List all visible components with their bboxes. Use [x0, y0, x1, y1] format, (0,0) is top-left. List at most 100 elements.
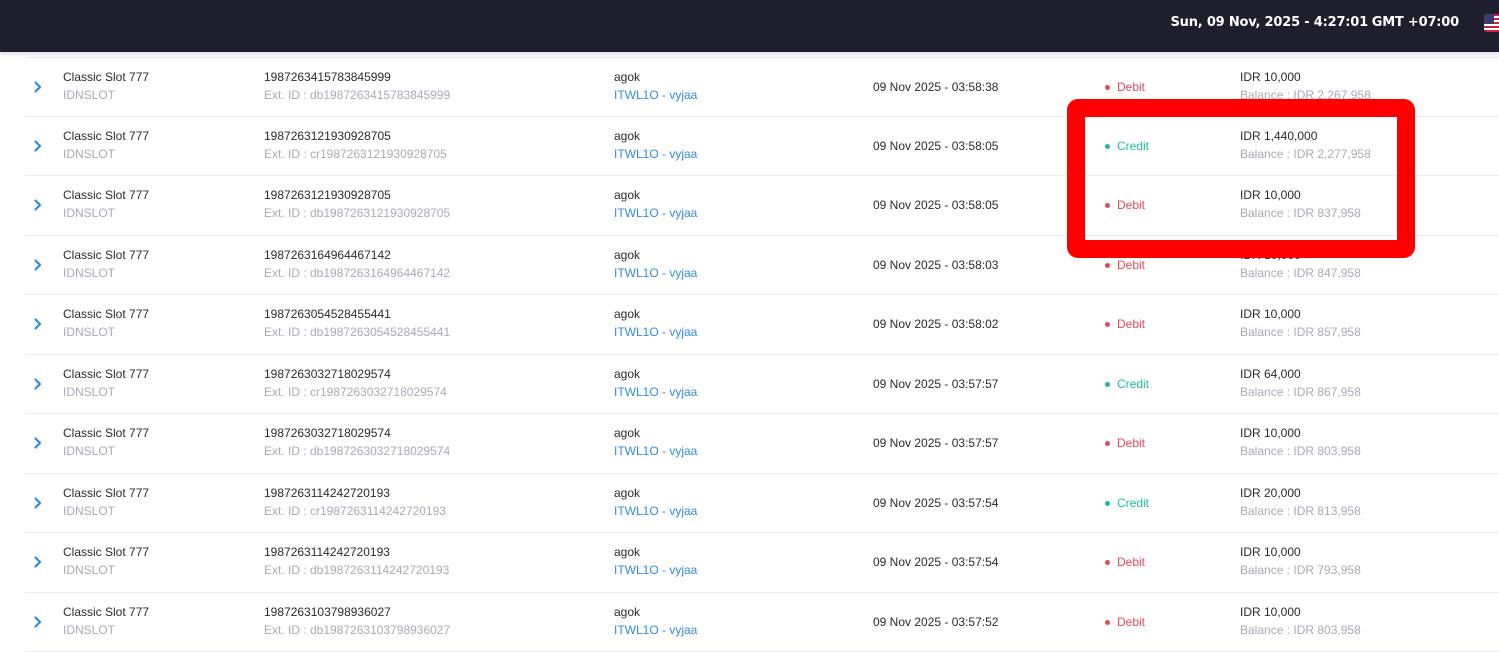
chevron-right-icon[interactable] [33, 316, 43, 332]
transaction-id: 1987263121930928705 [264, 128, 391, 145]
type-label: Debit [1117, 614, 1145, 631]
external-id: Ext. ID : db1987263032718029574 [264, 443, 450, 460]
balance: Balance : IDR 2,267,958 [1240, 87, 1371, 104]
chevron-right-icon[interactable] [33, 138, 43, 154]
transaction-type: Debit [1105, 614, 1145, 631]
type-label: Debit [1117, 197, 1145, 214]
provider-name: IDNSLOT [63, 622, 115, 639]
game-name: Classic Slot 777 [63, 306, 149, 323]
type-label: Credit [1117, 376, 1149, 393]
external-id: Ext. ID : cr1987263114242720193 [264, 503, 446, 520]
transaction-id: 1987263415783845999 [264, 69, 391, 86]
status-dot-icon [1105, 441, 1110, 446]
table-row[interactable]: Classic Slot 777 IDNSLOT 198726305452845… [25, 295, 1499, 355]
provider-name: IDNSLOT [63, 146, 115, 163]
agent-link[interactable]: ITWL1O - vyjaa [614, 384, 697, 401]
amount: IDR 20,000 [1240, 485, 1301, 502]
username: agok [614, 187, 640, 204]
transaction-date: 09 Nov 2025 - 03:57:54 [873, 554, 998, 571]
transaction-id: 1987263032718029574 [264, 425, 391, 442]
balance: Balance : IDR 803,958 [1240, 443, 1361, 460]
table-row[interactable]: Classic Slot 777 IDNSLOT 198726316496446… [25, 236, 1499, 296]
transaction-type: Debit [1105, 316, 1145, 333]
username: agok [614, 544, 640, 561]
transaction-id: 1987263164964467142 [264, 247, 391, 264]
table-row[interactable]: Classic Slot 777 IDNSLOT 198726312193092… [25, 176, 1499, 236]
transaction-type: Credit [1105, 376, 1149, 393]
balance: Balance : IDR 793,958 [1240, 562, 1361, 579]
balance: Balance : IDR 857,958 [1240, 324, 1361, 341]
amount: IDR 10,000 [1240, 69, 1301, 86]
game-name: Classic Slot 777 [63, 604, 149, 621]
username: agok [614, 306, 640, 323]
balance: Balance : IDR 867,958 [1240, 384, 1361, 401]
transaction-type: Debit [1105, 197, 1145, 214]
transaction-id: 1987263114242720193 [264, 485, 390, 502]
agent-link[interactable]: ITWL1O - vyjaa [614, 324, 697, 341]
chevron-right-icon[interactable] [33, 554, 43, 570]
provider-name: IDNSLOT [63, 562, 115, 579]
status-dot-icon [1105, 620, 1110, 625]
provider-name: IDNSLOT [63, 503, 115, 520]
username: agok [614, 425, 640, 442]
chevron-right-icon[interactable] [33, 495, 43, 511]
amount: IDR 1,440,000 [1240, 128, 1317, 145]
balance: Balance : IDR 803,958 [1240, 622, 1361, 639]
agent-link[interactable]: ITWL1O - vyjaa [614, 443, 697, 460]
status-dot-icon [1105, 85, 1110, 90]
amount: IDR 10,000 [1240, 425, 1301, 442]
chevron-right-icon[interactable] [33, 376, 43, 392]
provider-name: IDNSLOT [63, 384, 115, 401]
username: agok [614, 485, 640, 502]
table-row[interactable]: Classic Slot 777 IDNSLOT 198726312193092… [25, 117, 1499, 177]
amount: IDR 10,000 [1240, 187, 1301, 204]
chevron-right-icon[interactable] [33, 79, 43, 95]
transaction-type: Debit [1105, 554, 1145, 571]
current-datetime: Sun, 09 Nov, 2025 - 4:27:01 [1171, 15, 1369, 30]
table-row[interactable]: Classic Slot 777 IDNSLOT 198726303271802… [25, 355, 1499, 415]
game-name: Classic Slot 777 [63, 187, 149, 204]
agent-link[interactable]: ITWL1O - vyjaa [614, 622, 697, 639]
chevron-right-icon[interactable] [33, 435, 43, 451]
agent-link[interactable]: ITWL1O - vyjaa [614, 503, 697, 520]
game-name: Classic Slot 777 [63, 485, 149, 502]
type-label: Debit [1117, 435, 1145, 452]
transaction-type: Credit [1105, 495, 1149, 512]
status-dot-icon [1105, 560, 1110, 565]
agent-link[interactable]: ITWL1O - vyjaa [614, 265, 697, 282]
timezone-label: GMT +07:00 [1372, 15, 1459, 30]
table-row[interactable]: Classic Slot 777 IDNSLOT 198726303271802… [25, 414, 1499, 474]
external-id: Ext. ID : cr1987263121930928705 [264, 146, 447, 163]
amount: IDR 10,000 [1240, 306, 1301, 323]
provider-name: IDNSLOT [63, 443, 115, 460]
agent-link[interactable]: ITWL1O - vyjaa [614, 205, 697, 222]
table-row[interactable]: Classic Slot 777 IDNSLOT 198726310379893… [25, 593, 1499, 652]
table-row[interactable]: Classic Slot 777 IDNSLOT 198726311424272… [25, 533, 1499, 593]
us-flag-icon[interactable] [1484, 14, 1499, 32]
agent-link[interactable]: ITWL1O - vyjaa [614, 87, 697, 104]
status-dot-icon [1105, 263, 1110, 268]
agent-link[interactable]: ITWL1O - vyjaa [614, 562, 697, 579]
username: agok [614, 69, 640, 86]
provider-name: IDNSLOT [63, 265, 115, 282]
table-row[interactable]: Classic Slot 777 IDNSLOT 198726341578384… [25, 57, 1499, 117]
top-bar: Sun, 09 Nov, 2025 - 4:27:01 GMT +07:00 [0, 0, 1499, 52]
type-label: Credit [1117, 495, 1149, 512]
provider-name: IDNSLOT [63, 205, 115, 222]
transaction-date: 09 Nov 2025 - 03:58:03 [873, 257, 998, 274]
agent-link[interactable]: ITWL1O - vyjaa [614, 146, 697, 163]
chevron-right-icon[interactable] [33, 197, 43, 213]
transaction-id: 1987263054528455441 [264, 306, 391, 323]
game-name: Classic Slot 777 [63, 69, 149, 86]
chevron-right-icon[interactable] [33, 257, 43, 273]
type-label: Debit [1117, 554, 1145, 571]
external-id: Ext. ID : db1987263164964467142 [264, 265, 450, 282]
username: agok [614, 366, 640, 383]
balance: Balance : IDR 847,958 [1240, 265, 1361, 282]
username: agok [614, 604, 640, 621]
transaction-id: 1987263103798936027 [264, 604, 391, 621]
status-dot-icon [1105, 382, 1110, 387]
external-id: Ext. ID : db1987263121930928705 [264, 205, 450, 222]
table-row[interactable]: Classic Slot 777 IDNSLOT 198726311424272… [25, 474, 1499, 534]
chevron-right-icon[interactable] [33, 614, 43, 630]
